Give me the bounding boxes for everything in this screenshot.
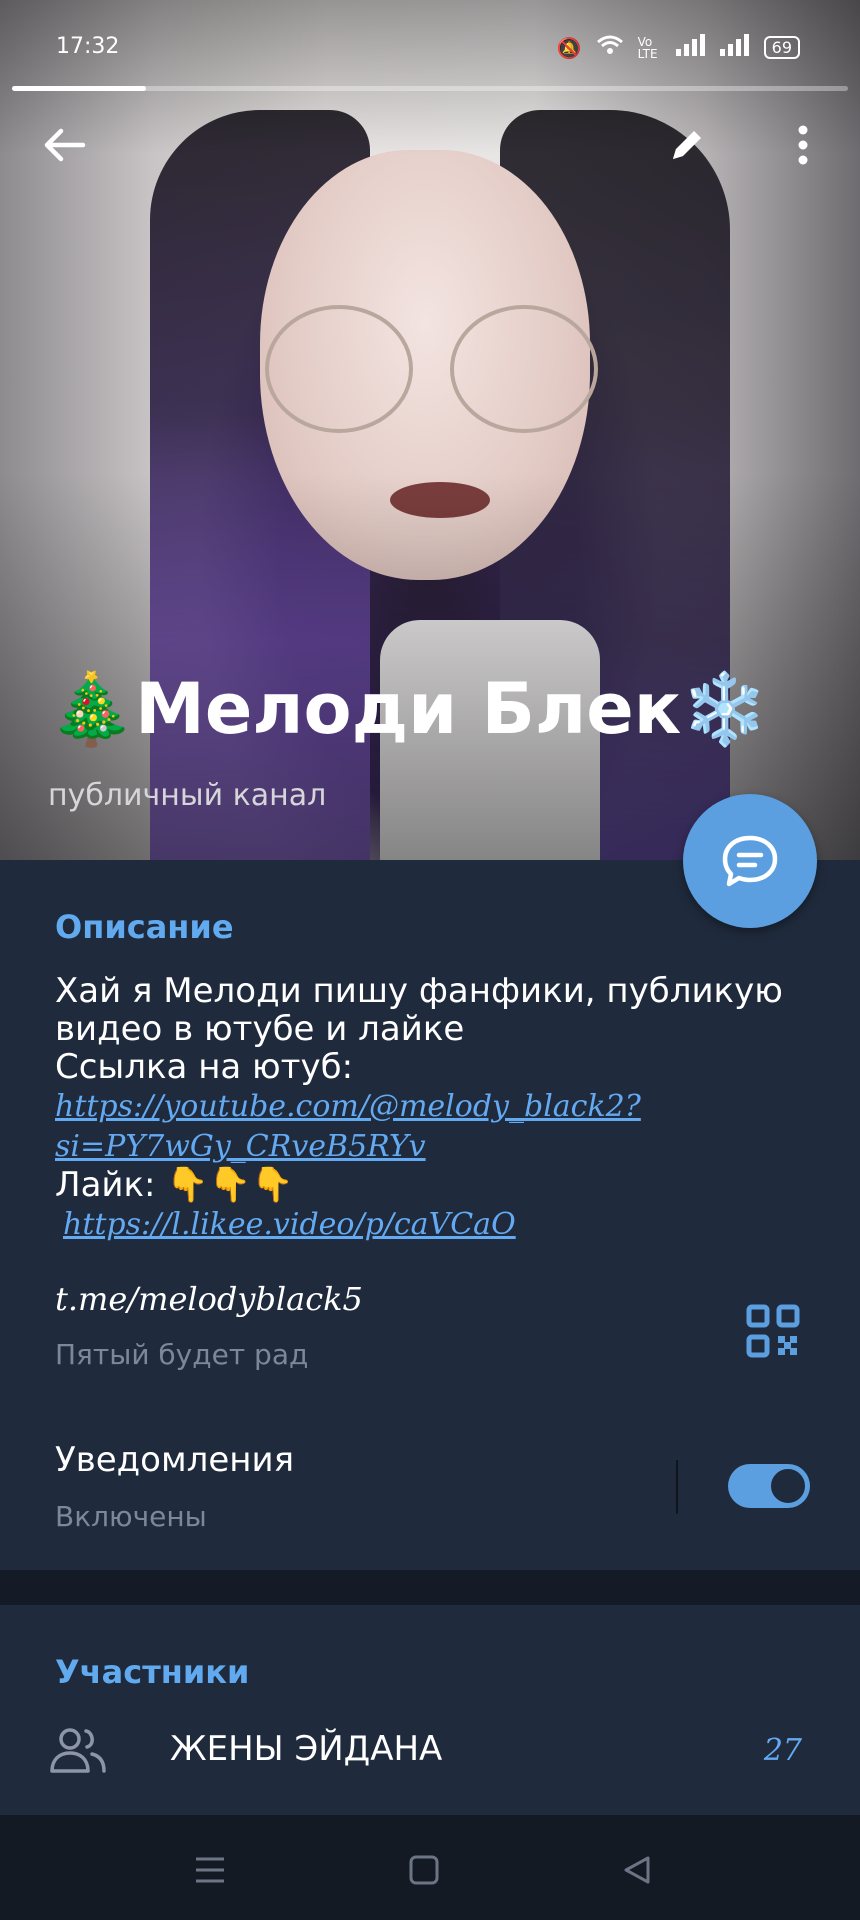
chat-fab-button[interactable] (683, 794, 817, 928)
square-icon (409, 1855, 439, 1885)
description-text: Хай я Мелоди пишу фанфики, публикую виде… (55, 972, 835, 1244)
members-row-label: ЖЕНЫ ЭЙДАНА (170, 1729, 443, 1769)
description-heading: Описание (55, 908, 234, 946)
members-heading: Участники (55, 1653, 250, 1691)
story-progress-fill (12, 86, 146, 91)
system-nav-bar (0, 1815, 860, 1920)
edit-button[interactable] (652, 110, 722, 180)
status-icons: 🔕 Vo LTE 69 (557, 34, 800, 61)
volte-label: Vo LTE (637, 34, 658, 61)
status-time: 17:32 (56, 34, 120, 59)
channel-link[interactable]: t.me/melodyblack5 (55, 1280, 363, 1318)
notifications-title: Уведомления (55, 1440, 295, 1480)
description-line-2: Ссылка на ютуб: (55, 1047, 354, 1087)
status-bar: 17:32 🔕 Vo LTE 69 (0, 30, 860, 70)
pencil-icon (673, 131, 701, 159)
menu-lines-icon (196, 1857, 224, 1883)
people-icon (50, 1728, 106, 1773)
members-section: Участники ЖЕНЫ ЭЙДАНА 27 (0, 1605, 860, 1815)
recents-button[interactable] (185, 1845, 235, 1895)
info-panel: Описание Хай я Мелоди пишу фанфики, публ… (0, 860, 860, 1570)
home-button[interactable] (399, 1845, 449, 1895)
triangle-back-icon (624, 1856, 650, 1884)
notifications-status: Включены (55, 1500, 207, 1533)
chat-bubble-icon (722, 835, 778, 887)
system-back-button[interactable] (612, 1845, 662, 1895)
wifi-icon (596, 34, 624, 61)
likee-link[interactable]: https://l.likee.video/p/caVCaO (63, 1207, 516, 1242)
back-button[interactable] (30, 110, 100, 180)
signal-icon-1 (675, 34, 706, 61)
more-vertical-icon (798, 125, 808, 165)
story-progress-bar (12, 86, 848, 91)
description-line-3: Лайк: 👇👇👇 (55, 1165, 294, 1205)
arrow-left-icon (44, 128, 86, 162)
members-count: 27 (763, 1733, 802, 1768)
battery-icon: 69 (763, 36, 800, 59)
members-row[interactable]: ЖЕНЫ ЭЙДАНА 27 (0, 1715, 860, 1795)
youtube-link[interactable]: https://youtube.com/@melody_black2?si=PY… (55, 1089, 641, 1164)
notifications-divider (676, 1460, 678, 1514)
qr-code-icon[interactable] (746, 1304, 800, 1358)
section-gap (0, 1570, 860, 1605)
channel-type: публичный канал (48, 778, 327, 813)
description-line-1: Хай я Мелоди пишу фанфики, публикую виде… (55, 971, 783, 1049)
toggle-knob (768, 1466, 808, 1506)
signal-icon-2 (719, 34, 750, 61)
mute-icon: 🔕 (556, 35, 582, 60)
more-button[interactable] (768, 110, 838, 180)
notifications-toggle[interactable] (728, 1464, 810, 1508)
channel-link-caption: Пятый будет рад (55, 1338, 309, 1371)
channel-title: 🎄Мелоди Блек❄️ (48, 668, 769, 750)
